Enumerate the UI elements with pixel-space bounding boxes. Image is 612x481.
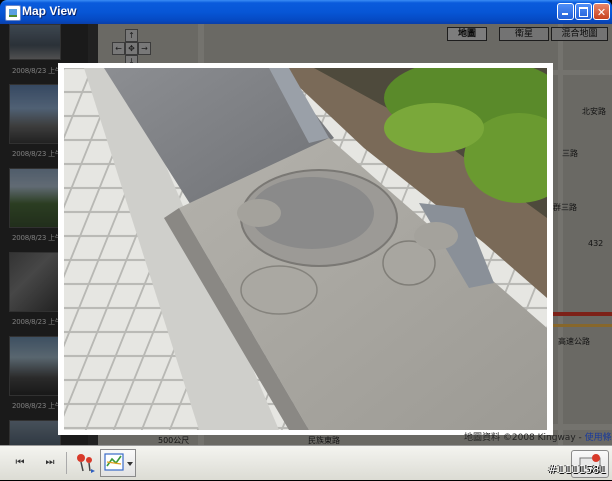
close-button[interactable]: ✕ — [593, 3, 610, 20]
window-title: Map View — [22, 4, 77, 18]
photo-image — [64, 68, 547, 430]
map-copyright: 地圖資料 ©2008 Kingway - 使用條款 — [464, 430, 612, 443]
enlarged-photo — [64, 68, 547, 430]
app-icon — [5, 5, 21, 21]
route-dropdown-button[interactable] — [100, 449, 136, 477]
terms-link[interactable]: 使用條款 — [585, 433, 612, 443]
image-id-watermark: #1111581 — [548, 463, 607, 476]
title-bar[interactable]: Map View ✕ — [0, 0, 612, 24]
route-dropdown-icon — [104, 453, 133, 471]
minimize-button[interactable] — [557, 3, 574, 20]
map-pin-icon[interactable] — [74, 452, 96, 474]
first-photo-button[interactable]: ⏮ — [10, 454, 30, 472]
maximize-button[interactable] — [575, 3, 592, 20]
bottom-toolbar: ⏮ ⏭ — [0, 445, 612, 480]
photo-frame[interactable] — [58, 63, 553, 435]
copyright-text: 地圖資料 ©2008 Kingway - — [464, 433, 585, 443]
toolbar-separator — [66, 452, 67, 474]
next-photo-button[interactable]: ⏭ — [40, 454, 60, 472]
